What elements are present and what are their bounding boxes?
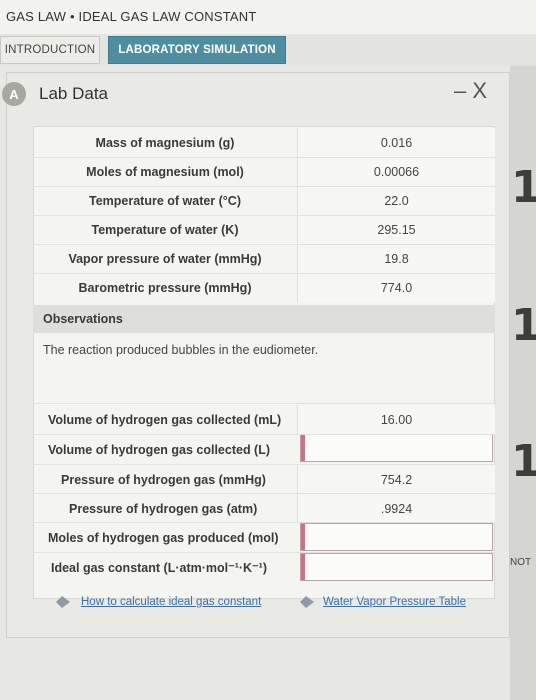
window-controls-icon[interactable]: – X [454, 78, 487, 104]
link-ideal-gas-constant[interactable]: How to calculate ideal gas constant [81, 596, 261, 608]
ideal-gas-constant-input[interactable] [300, 553, 493, 581]
side-digit: 1 [511, 436, 536, 487]
divider [33, 464, 495, 465]
table-row: Vapor pressure of water (mmHg) 19.8 [33, 244, 495, 273]
panel-title: Lab Data [39, 84, 108, 103]
row-label: Pressure of hydrogen gas (mmHg) [61, 472, 266, 487]
row-label: Temperature of water (°C) [88, 193, 241, 208]
table-row: Pressure of hydrogen gas (atm) .9924 [33, 494, 495, 523]
tab-laboratory-simulation[interactable]: LABORATORY SIMULATION [108, 36, 286, 64]
row-label: Pressure of hydrogen gas (atm) [69, 501, 258, 516]
side-note: NOT [510, 557, 532, 568]
link-diamond-icon [56, 596, 70, 608]
divider [33, 273, 495, 274]
top-bar: GAS LAW • IDEAL GAS LAW CONSTANT [0, 0, 536, 34]
table-row: Pressure of hydrogen gas (mmHg) 754.2 [33, 465, 495, 494]
table-row: Moles of magnesium (mol) 0.00066 [33, 157, 495, 186]
side-digit: 1 [511, 162, 536, 213]
row-value: 22.0 [297, 186, 495, 215]
row-value: 19.8 [297, 244, 495, 273]
table-row: Volume of hydrogen gas collected (mL) 16… [33, 405, 495, 434]
breadcrumb: GAS LAW • IDEAL GAS LAW CONSTANT [6, 9, 257, 24]
table-row: Temperature of water (°C) 22.0 [33, 186, 495, 215]
row-label: Volume of hydrogen gas collected (mL) [48, 412, 282, 427]
row-label: Volume of hydrogen gas collected (L) [48, 442, 271, 457]
panel-badge: A [2, 82, 26, 106]
divider [33, 522, 495, 523]
divider [33, 244, 495, 245]
table-row: Temperature of water (K) 295.15 [33, 215, 495, 244]
row-label: Mass of magnesium (g) [95, 135, 235, 150]
moles-hydrogen-input[interactable] [300, 523, 493, 551]
row-value: 754.2 [297, 465, 495, 494]
divider [33, 157, 495, 158]
row-value: 295.15 [297, 215, 495, 244]
table-row: Barometric pressure (mmHg) 774.0 [33, 273, 495, 302]
row-label: Barometric pressure (mmHg) [78, 280, 252, 295]
row-label: Temperature of water (K) [91, 222, 239, 237]
side-digit: 1 [511, 300, 536, 351]
divider [33, 403, 495, 404]
observations-header: Observations [33, 305, 495, 333]
link-water-vapor-table[interactable]: Water Vapor Pressure Table [323, 596, 466, 608]
divider [33, 552, 495, 553]
row-value: 0.016 [297, 128, 495, 157]
row-value: 0.00066 [297, 157, 495, 186]
row-label: Ideal gas constant (L·atm·mol⁻¹·K⁻¹) [51, 561, 267, 575]
row-label: Vapor pressure of water (mmHg) [68, 251, 262, 266]
divider [33, 186, 495, 187]
tab-bar: INTRODUCTION LABORATORY SIMULATION [0, 34, 536, 66]
tab-introduction[interactable]: INTRODUCTION [0, 36, 100, 64]
volume-liters-input[interactable] [300, 434, 493, 462]
table-row: Mass of magnesium (g) 0.016 [33, 128, 495, 157]
row-value: .9924 [297, 494, 495, 523]
row-value: 16.00 [297, 405, 495, 434]
divider [33, 493, 495, 494]
row-value: 774.0 [297, 273, 495, 302]
divider [33, 434, 495, 435]
divider [33, 215, 495, 216]
link-diamond-icon [300, 596, 314, 608]
observations-text: The reaction produced bubbles in the eud… [43, 343, 319, 357]
row-label: Moles of magnesium (mol) [86, 164, 244, 179]
row-label: Moles of hydrogen gas produced (mol) [48, 530, 279, 545]
